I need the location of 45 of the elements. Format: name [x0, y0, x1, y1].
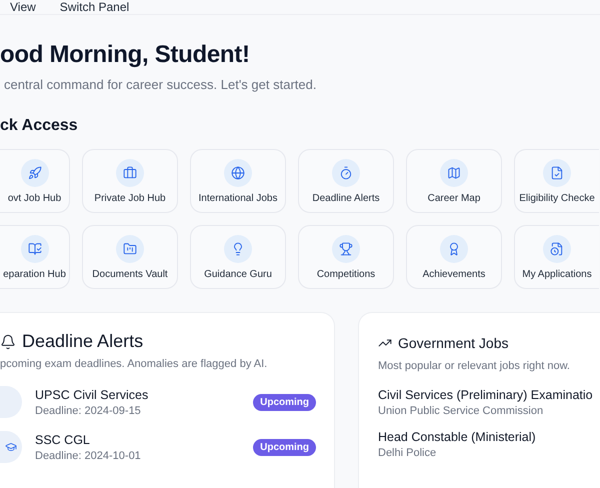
exam-name: SSC CGL — [35, 432, 91, 446]
card-title: Government Jobs — [398, 335, 508, 351]
menu-item[interactable]: Switch Panel — [60, 0, 130, 14]
rocket-icon — [20, 158, 48, 186]
folder-icon — [116, 234, 144, 262]
exam-name: UPSC Civil Services — [35, 388, 150, 402]
lightbulb-icon — [224, 234, 252, 262]
graduation-cap-icon — [5, 441, 17, 453]
card-title: Deadline Alerts — [22, 331, 144, 352]
ribbon-icon — [440, 234, 468, 262]
status-badge: Upcoming — [253, 438, 316, 456]
quick-access-tile[interactable]: Achievements — [406, 225, 502, 289]
bell-icon — [0, 334, 16, 350]
checked-document-icon — [543, 158, 571, 186]
globe-icon — [224, 158, 252, 186]
status-badge: Upcoming — [253, 394, 316, 410]
quick-access-tile[interactable]: Documents Vault — [82, 225, 178, 289]
section-heading: ck Access — [0, 117, 79, 135]
quick-access-tile[interactable]: ovt Job Hub — [0, 149, 70, 213]
stopwatch-icon — [332, 158, 360, 186]
exam-deadline: Deadline: 2024-09-15 — [35, 404, 142, 416]
job-organization: Delhi Police — [378, 447, 438, 459]
quick-access-tile[interactable]: Deadline Alerts — [298, 149, 394, 213]
quick-access-tile[interactable]: Competitions — [298, 225, 394, 289]
exam-deadline: Deadline: 2024-10-01 — [35, 450, 142, 462]
briefcase-icon — [116, 158, 144, 186]
card-subtitle: pcoming exam deadlines. Anomalies are flagged by AI. — [0, 358, 268, 370]
job-organization: Union Public Service Commission — [378, 405, 544, 417]
document-clock-icon — [543, 234, 571, 262]
job-title[interactable]: Civil Services (Preliminary) Examinatio — [378, 388, 600, 402]
book-check-icon — [20, 234, 48, 262]
menu-item[interactable]: View — [10, 0, 36, 14]
quick-access-tile[interactable]: Private Job Hub — [82, 149, 178, 213]
quick-access-tile[interactable]: International Jobs — [190, 149, 286, 213]
quick-access-tile[interactable]: Eligibility Checke — [514, 149, 599, 213]
quick-access-tile[interactable]: Career Map — [406, 149, 502, 213]
greeting-heading: ood Morning, Student! — [0, 41, 251, 69]
quick-access-tile[interactable]: My Applications — [514, 225, 599, 289]
job-title[interactable]: Head Constable (Ministerial) — [378, 430, 600, 444]
quick-access-tile[interactable]: Guidance Guru — [190, 225, 286, 289]
greeting-subtitle: central command for career success. Let's get started. — [4, 77, 318, 92]
map-icon — [440, 158, 468, 186]
card-subtitle: Most popular or relevant jobs right now. — [378, 360, 571, 372]
trophy-icon — [332, 234, 360, 262]
quick-access-tile[interactable]: eparation Hub — [0, 225, 70, 289]
